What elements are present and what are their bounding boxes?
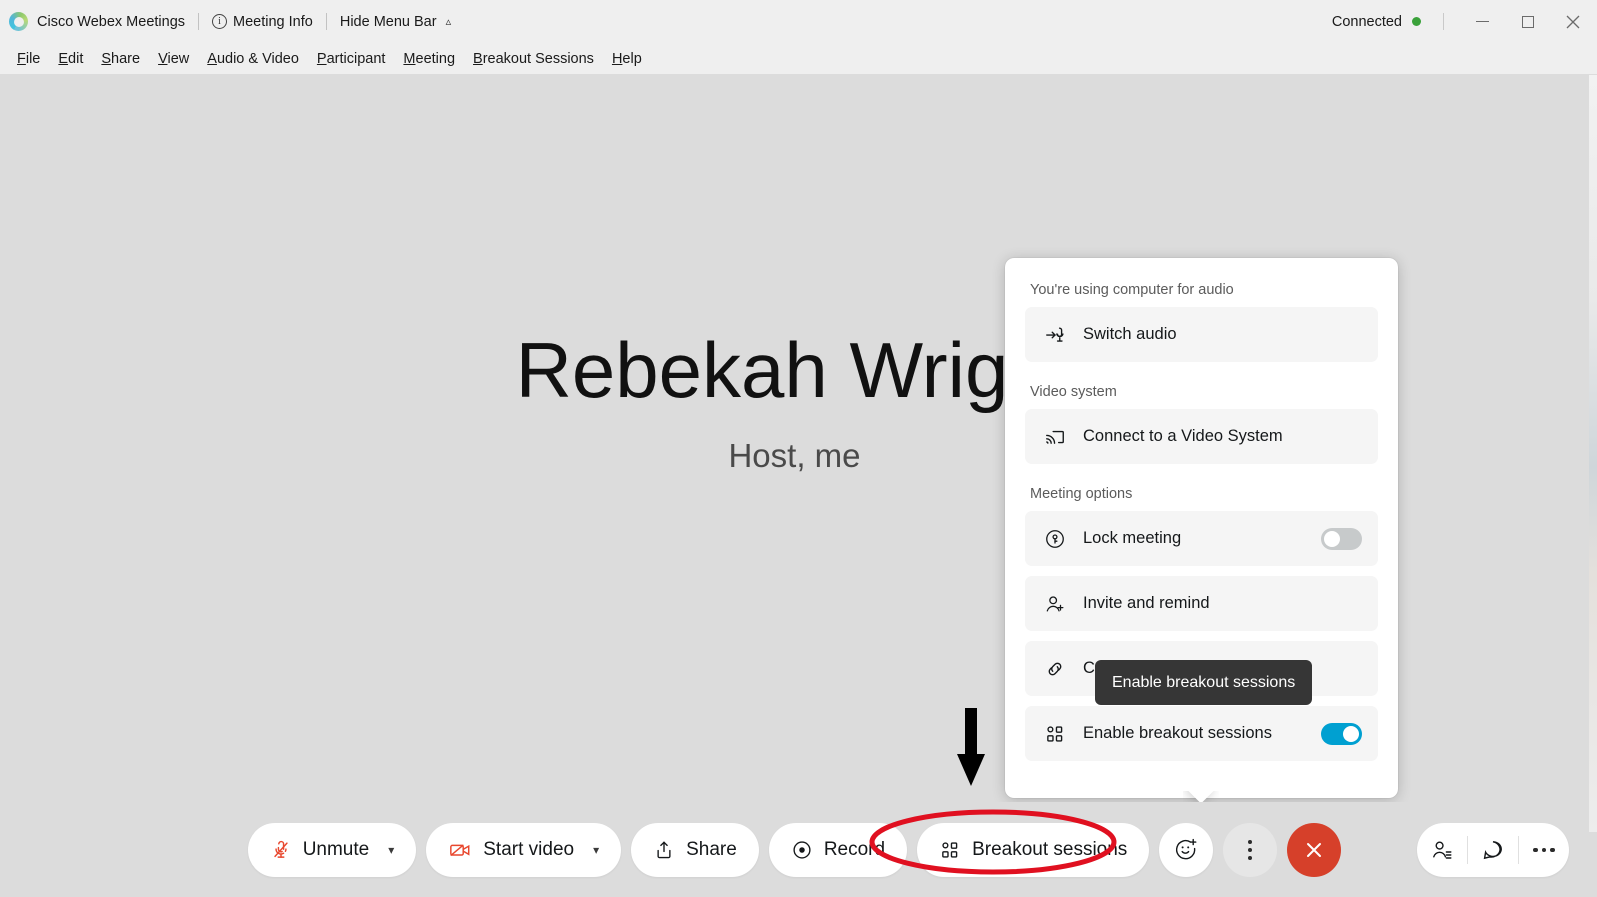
title-bar: Cisco Webex Meetings i Meeting Info Hide… [0, 0, 1597, 43]
record-button[interactable]: Record [768, 822, 908, 877]
hide-menu-bar-label: Hide Menu Bar [339, 13, 437, 30]
start-video-label: Start video [483, 838, 575, 860]
share-label: Share [686, 838, 737, 860]
video-system-icon [1043, 425, 1067, 449]
link-icon [1043, 657, 1067, 681]
webex-logo-icon [9, 12, 28, 31]
start-video-button[interactable]: Start video ▾ [426, 822, 622, 877]
participants-icon [1433, 841, 1452, 859]
menu-bar: File Edit Share View Audio & Video Parti… [0, 43, 1597, 75]
connect-video-system-label: Connect to a Video System [1083, 427, 1283, 445]
chevron-down-icon[interactable]: ▾ [593, 843, 599, 857]
vertical-dots-icon [1248, 839, 1253, 860]
breakout-sessions-icon [942, 841, 958, 858]
close-x-icon [1307, 842, 1322, 857]
enable-breakout-sessions-toggle[interactable] [1321, 722, 1362, 745]
record-label: Record [823, 838, 886, 860]
title-divider-2 [325, 13, 327, 30]
more-options-button[interactable] [1223, 822, 1278, 877]
record-icon [793, 840, 811, 859]
menu-item-breakout-sessions[interactable]: Breakout Sessions [464, 48, 603, 70]
close-button[interactable] [1550, 7, 1595, 37]
chat-bubble-icon [1483, 841, 1502, 860]
title-bar-right: Connected [1332, 7, 1597, 37]
chevron-down-icon[interactable]: ▾ [388, 843, 394, 857]
meeting-info-button[interactable]: i Meeting Info [212, 14, 313, 30]
invite-person-icon [1043, 592, 1067, 616]
meeting-info-label: Meeting Info [233, 13, 313, 30]
enable-breakout-sessions-label: Enable breakout sessions [1083, 724, 1272, 742]
menu-item-audio-video[interactable]: Audio & Video [198, 48, 308, 70]
connect-video-system-row[interactable]: Connect to a Video System [1025, 409, 1378, 464]
background-window-sliver [1589, 72, 1597, 832]
title-bar-left: Cisco Webex Meetings i Meeting Info Hide… [0, 12, 451, 31]
annotation-arrow-down [957, 708, 985, 786]
breakout-sessions-icon [1043, 722, 1067, 746]
toolbar-center-cluster: Unmute ▾ Start video ▾ Share Record Brea… [247, 822, 1342, 877]
camera-off-icon [450, 844, 470, 856]
menu-item-file[interactable]: File [8, 48, 49, 70]
horizontal-dots-icon [1533, 847, 1555, 853]
more-button[interactable] [1519, 823, 1569, 877]
audio-section-label: You're using computer for audio [1030, 282, 1234, 298]
participant-name: Rebekah Wright [515, 325, 1074, 414]
unmute-label: Unmute [302, 838, 370, 860]
switch-audio-row[interactable]: Switch audio [1025, 307, 1378, 362]
breakout-sessions-button[interactable]: Breakout sessions [917, 822, 1150, 877]
microphone-muted-icon [273, 840, 288, 858]
reactions-button[interactable] [1159, 822, 1214, 877]
toggle-knob [1324, 530, 1340, 547]
title-divider [198, 13, 200, 30]
switch-audio-label: Switch audio [1083, 325, 1177, 343]
meeting-options-label: Meeting options [1030, 486, 1133, 502]
participant-role: Host, me [728, 436, 861, 474]
hide-menu-bar-button[interactable]: Hide Menu Bar ▵ [340, 14, 451, 30]
meeting-toolbar: Unmute ▾ Start video ▾ Share Record Brea… [0, 802, 1589, 897]
maximize-icon [1521, 15, 1534, 28]
info-icon: i [212, 14, 228, 29]
share-button[interactable]: Share [631, 822, 759, 877]
invite-and-remind-row[interactable]: Invite and remind [1025, 576, 1378, 631]
lock-meeting-icon [1043, 527, 1067, 551]
unmute-button[interactable]: Unmute ▾ [247, 822, 417, 877]
invite-and-remind-label: Invite and remind [1083, 594, 1210, 612]
share-upload-icon [657, 840, 671, 858]
menu-item-participant[interactable]: Participant [308, 48, 395, 70]
window-controls-divider [1443, 13, 1444, 30]
menu-item-edit[interactable]: Edit [49, 48, 92, 70]
close-icon [1566, 15, 1579, 28]
meeting-options-panel: You're using computer for audio Switch a… [1005, 258, 1398, 798]
menu-item-share[interactable]: Share [92, 48, 149, 70]
breakout-sessions-tooltip: Enable breakout sessions [1095, 660, 1313, 705]
chevron-up-icon: ▵ [445, 16, 452, 28]
breakout-sessions-label: Breakout sessions [972, 838, 1128, 860]
switch-audio-icon [1043, 323, 1067, 347]
toggle-knob [1343, 725, 1359, 742]
app-title: Cisco Webex Meetings [37, 13, 186, 30]
chat-button[interactable] [1468, 823, 1518, 877]
menu-item-view[interactable]: View [149, 48, 198, 70]
reactions-smiley-icon [1176, 838, 1197, 859]
webex-meeting-window: Cisco Webex Meetings i Meeting Info Hide… [0, 0, 1597, 897]
participants-button[interactable] [1417, 823, 1467, 877]
video-section-label: Video system [1030, 384, 1117, 400]
connection-status-dot [1412, 17, 1421, 26]
menu-item-meeting[interactable]: Meeting [394, 48, 464, 70]
maximize-button[interactable] [1505, 7, 1550, 37]
minimize-icon [1476, 20, 1489, 23]
connection-status-label: Connected [1331, 13, 1402, 30]
minimize-button[interactable] [1460, 7, 1505, 37]
end-meeting-button[interactable] [1287, 822, 1342, 877]
lock-meeting-row[interactable]: Lock meeting [1025, 511, 1378, 566]
enable-breakout-sessions-row[interactable]: Enable breakout sessions [1025, 706, 1378, 761]
toolbar-right-cluster [1417, 823, 1569, 877]
lock-meeting-toggle[interactable] [1321, 527, 1362, 550]
menu-item-help[interactable]: Help [603, 48, 651, 70]
lock-meeting-label: Lock meeting [1083, 529, 1182, 547]
